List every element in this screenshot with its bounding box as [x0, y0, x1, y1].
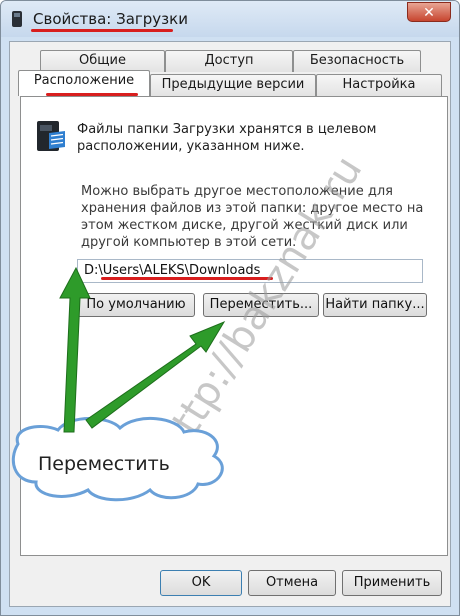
arrow-to-move-button [85, 320, 226, 429]
callout-label: Переместить [38, 453, 170, 475]
annotation-overlay [12, 266, 226, 502]
arrow-to-path [59, 266, 91, 433]
